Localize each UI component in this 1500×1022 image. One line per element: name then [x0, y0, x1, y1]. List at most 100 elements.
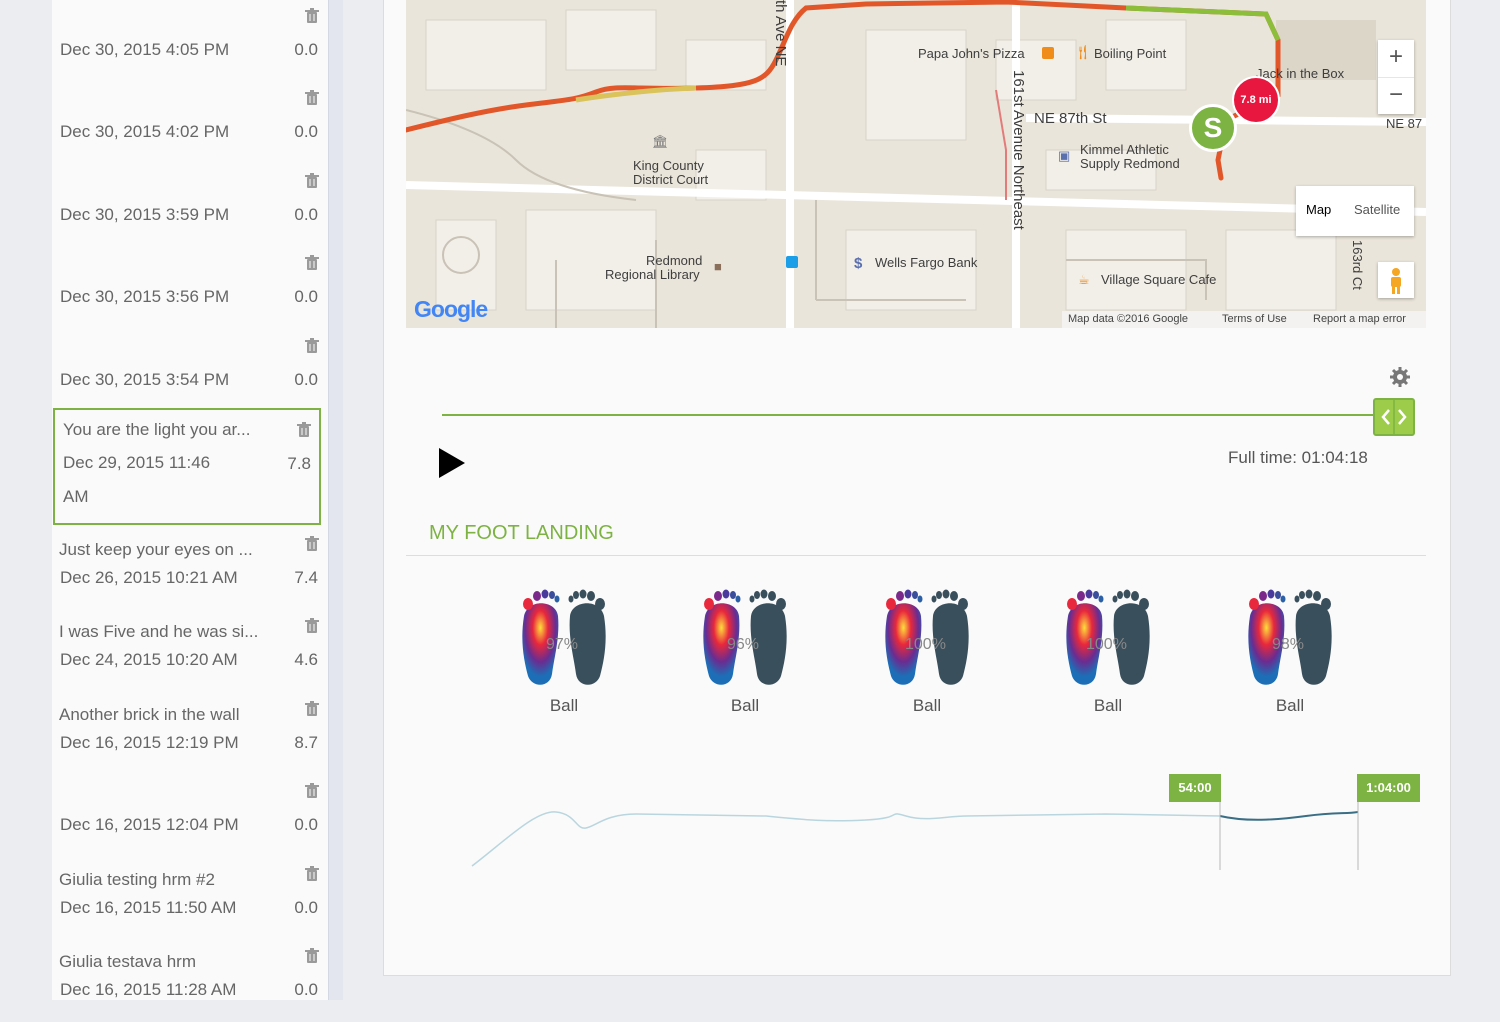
- foot-landing-percent: 100%: [905, 636, 946, 653]
- map-label-ne87-right: NE 87: [1386, 116, 1423, 131]
- activity-date: Dec 16, 2015 12:04 PM: [60, 815, 239, 834]
- shopping-bag-icon[interactable]: ▣: [1058, 148, 1070, 164]
- activity-date: Dec 16, 2015 11:28 AM: [60, 980, 237, 999]
- fork-knife-icon[interactable]: 🍴︎: [1074, 44, 1092, 61]
- activity-distance: 0.0: [294, 370, 318, 389]
- trash-icon[interactable]: [297, 422, 311, 438]
- activity-distance: 7.8: [287, 454, 311, 473]
- sidebar-scrollbar[interactable]: [328, 0, 343, 1000]
- start-marker-icon[interactable]: S: [1189, 104, 1237, 152]
- map-label-jack-in-the-box: Jack in the Box: [1256, 66, 1345, 81]
- foot-landing-item: 100% Ball: [877, 586, 977, 726]
- zoom-out-button[interactable]: −: [1378, 77, 1414, 115]
- playback-track[interactable]: [442, 414, 1396, 416]
- activity-distance: 0.0: [294, 122, 318, 141]
- activity-distance: 0.0: [294, 287, 318, 306]
- activity-item[interactable]: Dec 16, 2015 12:04 PM 0.0: [52, 775, 328, 857]
- map-zoom-control: + −: [1378, 40, 1414, 114]
- activity-date: Dec 30, 2015 4:02 PM: [60, 122, 230, 141]
- trash-icon[interactable]: [305, 783, 319, 799]
- map-type-map-button[interactable]: Map: [1306, 202, 1331, 217]
- map-label-161st-ave: 161st Avenue Northeast: [1010, 70, 1027, 230]
- street-view-pegman-icon[interactable]: [1378, 262, 1414, 298]
- map-label-village-square: Village Square Cafe: [1101, 272, 1217, 287]
- activity-item[interactable]: Just keep your eyes on ... Dec 26, 2015 1…: [52, 528, 328, 610]
- activity-date: Dec 29, 2015 11:46 AM: [63, 453, 211, 506]
- activity-title: Just keep your eyes on ...: [59, 540, 253, 559]
- trash-icon[interactable]: [305, 90, 319, 106]
- zoom-in-button[interactable]: +: [1378, 40, 1414, 77]
- cafe-cup-icon[interactable]: ☕︎: [1078, 272, 1090, 288]
- map-label-ne87: NE 87th St: [1034, 110, 1107, 127]
- map-label-ave-ne: th Ave NE: [772, 0, 789, 67]
- activity-distance: 0.0: [294, 815, 318, 834]
- trash-icon[interactable]: [305, 866, 319, 882]
- route-map[interactable]: Papa John's Pizza Boiling Point Jack in …: [406, 0, 1426, 328]
- activity-date: Dec 30, 2015 4:05 PM: [60, 40, 230, 59]
- activity-distance: 7.4: [294, 568, 318, 587]
- activity-distance: 0.0: [294, 40, 318, 59]
- library-book-icon[interactable]: ■: [714, 259, 722, 274]
- trash-icon[interactable]: [305, 338, 319, 354]
- activity-title: I was Five and he was si...: [59, 622, 259, 641]
- activity-date: Dec 16, 2015 12:19 PM: [60, 733, 239, 752]
- foot-landing-label: Ball: [912, 696, 942, 715]
- foot-landing-label: Ball: [1275, 696, 1305, 715]
- pace-timeline[interactable]: [406, 770, 1426, 880]
- activity-item[interactable]: Dec 30, 2015 4:05 PM 0.0: [52, 0, 328, 82]
- terms-of-use-link[interactable]: Terms of Use: [1222, 313, 1287, 325]
- map-type-control: Map Satellite: [1296, 186, 1414, 236]
- activity-item[interactable]: Dec 30, 2015 3:56 PM 0.0: [52, 247, 328, 329]
- activity-distance: 0.0: [294, 980, 318, 999]
- map-type-satellite-button[interactable]: Satellite: [1354, 202, 1400, 217]
- foot-landing-item: 97% Ball: [514, 586, 614, 726]
- activity-item[interactable]: Dec 30, 2015 3:59 PM 0.0: [52, 165, 328, 247]
- map-canvas: [406, 0, 1426, 328]
- trash-icon[interactable]: [305, 173, 319, 189]
- google-logo: Google: [414, 296, 488, 322]
- activity-title: Giulia testava hrm: [59, 952, 196, 971]
- activity-item[interactable]: I was Five and he was si... Dec 24, 2015 …: [52, 610, 328, 692]
- timeline-marker-54[interactable]: 54:00: [1169, 774, 1221, 802]
- timeline-marker-1-04[interactable]: 1:04:00: [1357, 774, 1420, 802]
- trash-icon[interactable]: [305, 8, 319, 24]
- playback-handle[interactable]: [1373, 398, 1415, 436]
- trash-icon[interactable]: [305, 618, 319, 634]
- trash-icon[interactable]: [305, 255, 319, 271]
- activity-item[interactable]: Giulia testing hrm #2 Dec 16, 2015 11:50 …: [52, 858, 328, 940]
- play-button[interactable]: [438, 447, 466, 479]
- foot-landing-percent: 96%: [726, 636, 760, 653]
- foot-landing-percent: 100%: [1086, 636, 1127, 653]
- foot-landing-label: Ball: [730, 696, 760, 715]
- activity-distance: 4.6: [294, 650, 318, 669]
- trash-icon[interactable]: [305, 701, 319, 717]
- activity-distance: 8.7: [294, 733, 318, 752]
- activity-item[interactable]: Another brick in the wall Dec 16, 2015 12…: [52, 693, 328, 775]
- map-data-credit: Map data ©2016 Google: [1068, 313, 1189, 325]
- bank-dollar-icon[interactable]: $: [854, 255, 862, 272]
- map-attribution: Map data ©2016 Google Terms of Use Repor…: [1062, 311, 1426, 328]
- activity-item[interactable]: Giulia testava hrm Dec 16, 2015 11:28 AM 0…: [52, 940, 328, 1022]
- courthouse-icon[interactable]: 🏛︎: [652, 134, 669, 150]
- map-label-wells-fargo: Wells Fargo Bank: [875, 255, 978, 270]
- map-label-library-2: Regional Library: [605, 267, 700, 282]
- activity-item[interactable]: You are the light you ar... Dec 29, 2015 …: [53, 408, 321, 525]
- map-label-library: Redmond: [646, 253, 703, 268]
- activity-title: Another brick in the wall: [59, 705, 240, 724]
- foot-landing-percent: 97%: [545, 636, 579, 653]
- report-map-error-link[interactable]: Report a map error: [1313, 313, 1406, 325]
- settings-gear-icon[interactable]: [1389, 366, 1411, 388]
- activity-item[interactable]: Dec 30, 2015 3:54 PM 0.0: [52, 330, 328, 412]
- map-label-king-county-2: District Court: [633, 172, 709, 187]
- bus-stop-icon[interactable]: [786, 256, 798, 268]
- activity-title: Giulia testing hrm #2: [59, 870, 215, 889]
- full-time-readout: Full time: 01:04:18: [1228, 448, 1368, 467]
- trash-icon[interactable]: [305, 536, 319, 552]
- activity-item[interactable]: Dec 30, 2015 4:02 PM 0.0: [52, 82, 328, 164]
- distance-marker[interactable]: 7.8 mi: [1232, 76, 1280, 124]
- trash-icon[interactable]: [305, 948, 319, 964]
- map-label-king-county: King County: [633, 158, 704, 173]
- restaurant-poi-icon[interactable]: [1042, 47, 1054, 59]
- activity-date: Dec 30, 2015 3:59 PM: [60, 205, 230, 224]
- activity-sidebar: Dec 30, 2015 4:05 PM 0.0 Dec 30, 2015 4:02…: [52, 0, 328, 1000]
